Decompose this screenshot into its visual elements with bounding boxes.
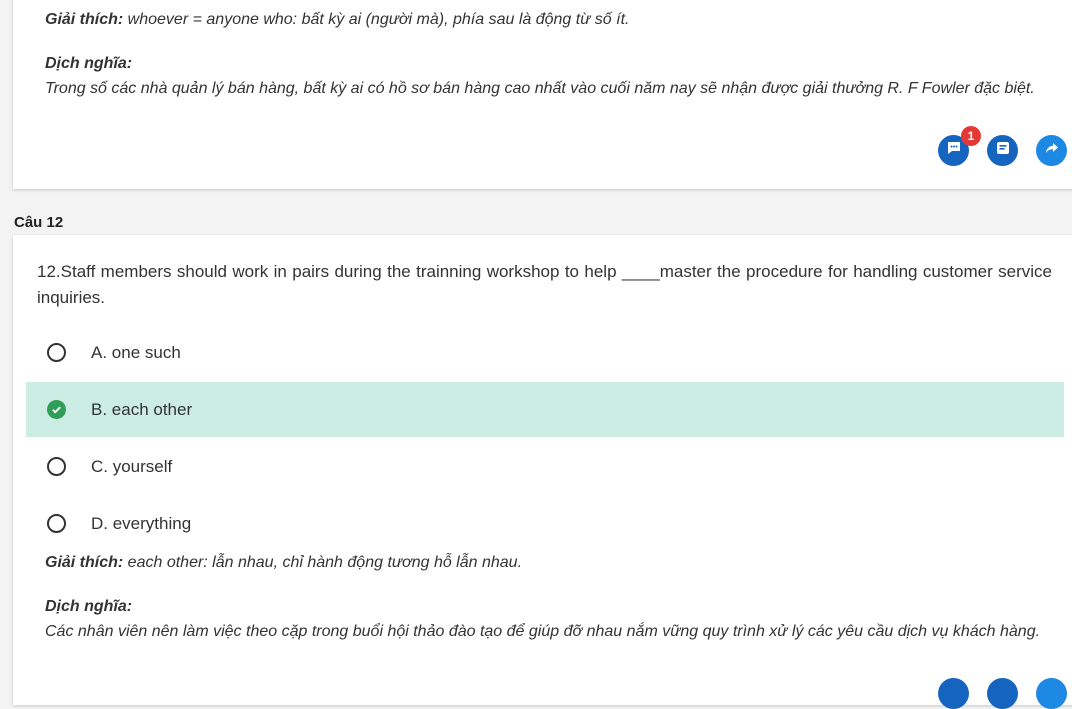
explanation-text: each other: lẫn nhau, chỉ hành động tươn… [123,554,523,571]
share-icon [1044,140,1060,161]
share-button[interactable] [1036,135,1067,166]
comment-count-badge: 1 [961,126,981,146]
question-text: 12.Staff members should work in pairs du… [37,262,1052,307]
previous-actions-bar: 1 [938,126,1067,166]
option-d[interactable]: D. everything [26,496,1064,551]
comment-button[interactable]: 1 [938,126,981,166]
comment-icon [946,140,962,161]
radio-unselected-icon[interactable] [47,514,66,533]
radio-unselected-icon[interactable] [47,343,66,362]
note-icon [995,140,1011,161]
option-c[interactable]: C. yourself [26,439,1064,494]
option-label: B. each other [91,399,193,419]
previous-explanation: Giải thích: whoever = anyone who: bất kỳ… [45,8,629,31]
explanation-text: whoever = anyone who: bất kỳ ai (người m… [123,11,630,28]
radio-unselected-icon[interactable] [47,457,66,476]
meaning-title: Dịch nghĩa: [45,598,133,615]
question-section-label: Câu 12 [14,214,64,231]
option-label: A. one such [91,342,181,362]
previous-meaning-title: Dịch nghĩa: [45,55,133,72]
explanation: Giải thích: each other: lẫn nhau, chỉ hà… [45,551,522,574]
explanation-label: Giải thích: [45,11,124,28]
option-a[interactable]: A. one such [26,325,1064,380]
note-button[interactable] [987,135,1018,166]
check-circle-icon[interactable] [47,400,66,419]
previous-meaning-text: Trong số các nhà quản lý bán hàng, bất k… [45,80,1035,97]
option-b-correct[interactable]: B. each other [26,382,1064,437]
meaning-text: Các nhân viên nên làm việc theo cặp tron… [45,623,1041,640]
option-label: D. everything [91,513,192,533]
explanation-label: Giải thích: [45,554,124,571]
option-label: C. yourself [91,456,173,476]
